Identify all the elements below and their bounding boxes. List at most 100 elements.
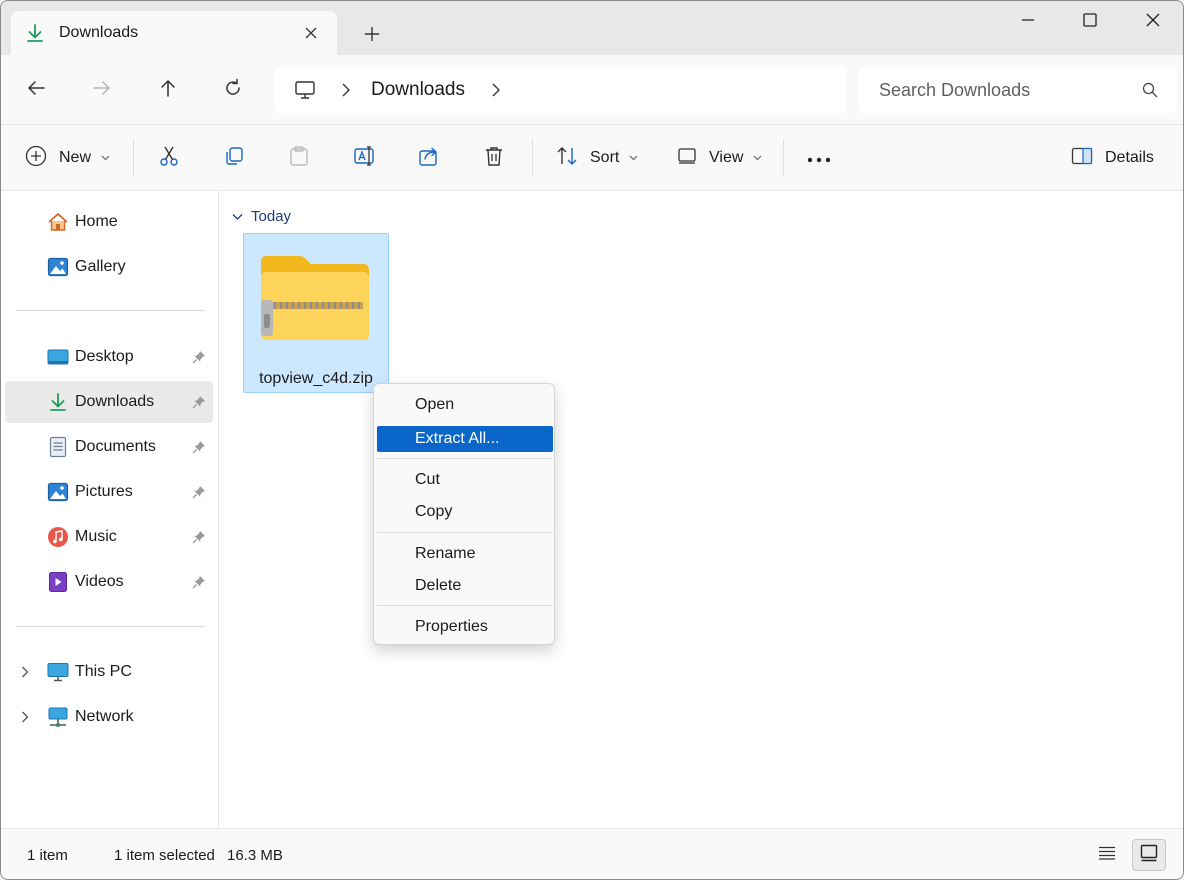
back-button[interactable]	[21, 75, 51, 105]
menu-item-delete[interactable]: Delete	[377, 573, 553, 599]
plus-circle-icon	[25, 145, 47, 171]
trash-icon	[483, 145, 505, 171]
new-button[interactable]: New	[25, 143, 110, 173]
minimize-button[interactable]	[1013, 9, 1043, 35]
sort-icon	[556, 145, 578, 171]
list-view-icon	[1098, 846, 1116, 864]
sidebar-item-label: Home	[75, 213, 118, 230]
network-icon	[47, 706, 69, 728]
file-name: topview_c4d.zip	[259, 370, 373, 387]
share-icon	[418, 145, 440, 171]
downloads-icon	[47, 391, 69, 413]
divider	[532, 139, 533, 177]
pin-icon[interactable]	[191, 574, 207, 590]
desktop-icon	[47, 346, 69, 368]
search-icon	[1141, 81, 1159, 99]
up-button[interactable]	[153, 75, 183, 105]
chevron-right-icon[interactable]	[339, 83, 353, 97]
pin-icon[interactable]	[191, 529, 207, 545]
selection-size: 16.3 MB	[227, 847, 283, 864]
sidebar-item-home[interactable]: Home	[5, 201, 213, 243]
details-view-button[interactable]	[1090, 839, 1124, 871]
home-icon	[47, 211, 69, 233]
more-options-button[interactable]	[807, 143, 831, 173]
menu-item-rename[interactable]: Rename	[377, 541, 553, 567]
sidebar-item-music[interactable]: Music	[5, 516, 213, 558]
details-label: Details	[1105, 149, 1154, 166]
copy-icon	[223, 145, 245, 171]
menu-item-label: Rename	[415, 545, 476, 562]
view-label: View	[709, 149, 744, 166]
address-bar[interactable]: Downloads	[275, 67, 847, 113]
file-item-topview-c4d-zip[interactable]: topview_c4d.zip	[243, 233, 389, 393]
tab-downloads[interactable]: Downloads	[11, 11, 337, 55]
documents-icon	[47, 436, 69, 458]
sidebar-item-gallery[interactable]: Gallery	[5, 246, 213, 288]
divider	[133, 139, 134, 177]
details-button[interactable]: Details	[1071, 143, 1154, 173]
maximize-icon	[1083, 13, 1097, 31]
view-button[interactable]: View	[677, 143, 762, 173]
chevron-right-icon[interactable]	[489, 83, 503, 97]
sidebar-divider	[16, 626, 205, 627]
cut-icon	[158, 145, 180, 171]
pin-icon[interactable]	[191, 439, 207, 455]
search-box[interactable]: Search Downloads	[859, 67, 1177, 113]
music-icon	[47, 526, 69, 548]
item-count: 1 item	[27, 847, 68, 864]
sort-label: Sort	[590, 149, 620, 166]
breadcrumb-downloads[interactable]: Downloads	[371, 79, 465, 101]
large-icons-view-button[interactable]	[1132, 839, 1166, 871]
paste-button[interactable]	[288, 143, 310, 173]
tiles-view-icon	[1140, 844, 1158, 866]
rename-button[interactable]	[353, 143, 377, 173]
this-pc-icon[interactable]	[293, 78, 317, 102]
divider	[783, 139, 784, 177]
menu-item-label: Extract All...	[415, 430, 500, 447]
sidebar-item-network[interactable]: Network	[5, 696, 213, 738]
close-tab-icon[interactable]	[301, 23, 321, 43]
cut-button[interactable]	[158, 143, 180, 173]
sidebar-item-videos[interactable]: Videos	[5, 561, 213, 603]
command-bar: New Sort View Details	[1, 125, 1183, 191]
file-list: Today topview_c4d.zip	[220, 191, 1183, 827]
sort-button[interactable]: Sort	[556, 143, 638, 173]
sidebar-item-documents[interactable]: Documents	[5, 426, 213, 468]
navigation-bar: Downloads Search Downloads	[1, 55, 1183, 125]
chevron-down-icon	[753, 155, 762, 161]
sidebar-item-pictures[interactable]: Pictures	[5, 471, 213, 513]
pictures-icon	[47, 481, 69, 503]
title-bar: Downloads	[1, 1, 1183, 55]
chevron-down-icon	[232, 208, 243, 225]
pin-icon[interactable]	[191, 394, 207, 410]
menu-item-extract-all[interactable]: Extract All...	[377, 426, 553, 452]
chevron-right-icon[interactable]	[19, 665, 31, 679]
status-bar: 1 item 1 item selected 16.3 MB	[1, 828, 1183, 879]
sidebar-item-label: Downloads	[75, 393, 155, 410]
pin-icon[interactable]	[191, 484, 207, 500]
sidebar-item-desktop[interactable]: Desktop	[5, 336, 213, 378]
copy-button[interactable]	[223, 143, 245, 173]
menu-item-properties[interactable]: Properties	[377, 614, 553, 640]
sidebar-item-downloads[interactable]: Downloads	[5, 381, 213, 423]
paste-icon	[288, 145, 310, 171]
sidebar-item-label: Network	[75, 708, 134, 725]
forward-button[interactable]	[87, 75, 117, 105]
chevron-right-icon[interactable]	[19, 710, 31, 724]
close-window-button[interactable]	[1138, 9, 1168, 35]
menu-item-cut[interactable]: Cut	[377, 467, 553, 493]
pin-icon[interactable]	[191, 349, 207, 365]
new-tab-button[interactable]	[359, 21, 385, 47]
maximize-button[interactable]	[1075, 9, 1105, 35]
share-button[interactable]	[418, 143, 440, 173]
gallery-icon	[47, 256, 69, 278]
tab-label: Downloads	[59, 24, 139, 41]
sidebar-item-this-pc[interactable]: This PC	[5, 651, 213, 693]
menu-item-open[interactable]: Open	[377, 392, 553, 418]
refresh-button[interactable]	[218, 75, 248, 105]
search-input[interactable]: Search Downloads	[879, 80, 1141, 101]
menu-item-label: Properties	[415, 618, 488, 635]
group-header-today[interactable]: Today	[232, 205, 291, 227]
menu-item-copy[interactable]: Copy	[377, 499, 553, 525]
delete-button[interactable]	[483, 143, 505, 173]
